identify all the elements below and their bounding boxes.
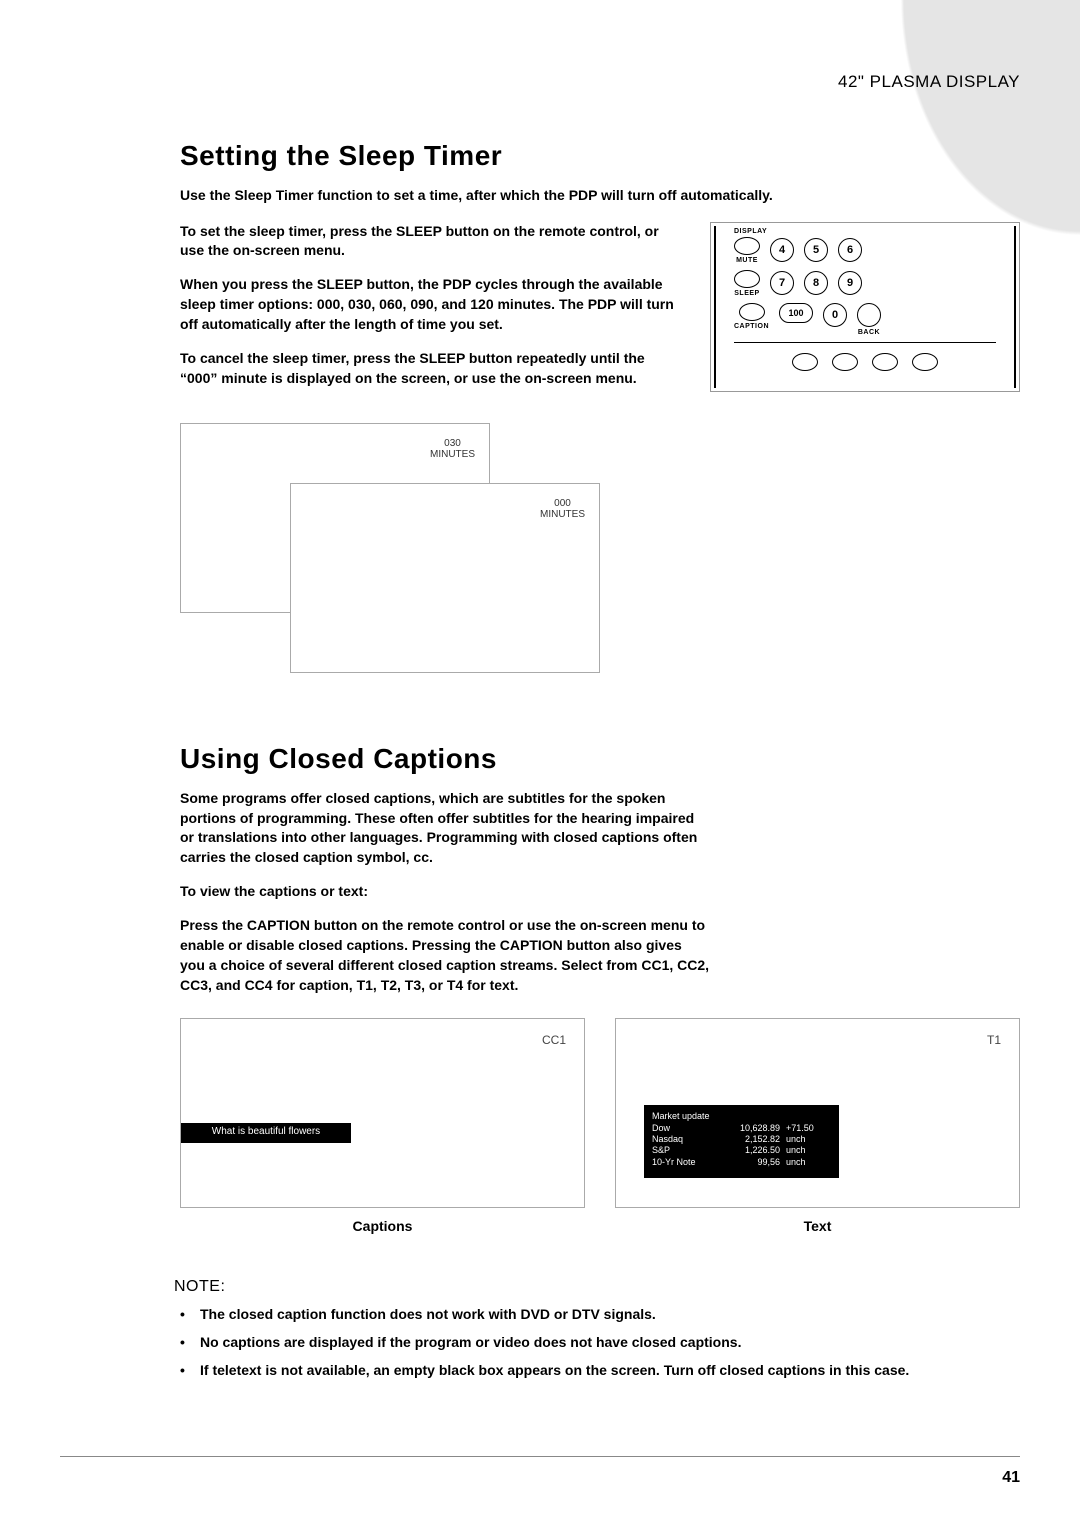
btn-0: 0: [823, 303, 847, 327]
btn-8: 8: [804, 271, 828, 295]
remote-frame: DISPLAY MUTE 4 5 6: [710, 222, 1020, 392]
text-panel-title: Market update: [652, 1111, 831, 1122]
back-button: [857, 303, 881, 327]
section1-p2: When you press the SLEEP button, the PDP…: [180, 275, 682, 335]
remote-oval-1: [792, 353, 818, 371]
caption-button: [739, 303, 765, 321]
btn-9: 9: [838, 271, 862, 295]
remote-display-label: DISPLAY: [734, 228, 996, 235]
section2-p1: Some programs offer closed captions, whi…: [180, 789, 710, 869]
section1-body: To set the sleep timer, press the SLEEP …: [180, 222, 1020, 403]
btn-6: 6: [838, 238, 862, 262]
btn-5: 5: [804, 238, 828, 262]
captions-band: What is beautiful flowers: [181, 1123, 351, 1143]
section1-p1: To set the sleep timer, press the SLEEP …: [180, 222, 682, 262]
caption-examples: CC1 What is beautiful flowers Captions T…: [180, 1018, 1020, 1234]
text-row-2: S&P 1,226.50 unch: [652, 1145, 831, 1156]
remote-oval-2: [832, 353, 858, 371]
notes-heading: NOTE:: [174, 1278, 1020, 1296]
section1-title: Setting the Sleep Timer: [180, 140, 1020, 172]
sleep-button: [734, 270, 760, 288]
osd-030: 030 MINUTES: [430, 438, 475, 461]
section1-intro: Use the Sleep Timer function to set a ti…: [180, 186, 1020, 206]
text-panel: Market update Dow 10,628.89 +71.50 Nasda…: [644, 1105, 839, 1178]
remote-oval-3: [872, 353, 898, 371]
btn-4: 4: [770, 238, 794, 262]
caption-label: CAPTION: [734, 323, 769, 330]
header-product: 42" PLASMA DISPLAY: [838, 72, 1020, 92]
main-content: Setting the Sleep Timer Use the Sleep Ti…: [180, 140, 1020, 1388]
sleep-screens: 030 MINUTES 000 MINUTES: [180, 423, 1020, 683]
text-row-0: Dow 10,628.89 +71.50: [652, 1123, 831, 1134]
note-item-2: If teletext is not available, an empty b…: [180, 1360, 1020, 1381]
section2-title: Using Closed Captions: [180, 743, 1020, 775]
section1-p3: To cancel the sleep timer, press the SLE…: [180, 349, 682, 389]
captions-label: Captions: [180, 1218, 585, 1234]
text-row-1: Nasdaq 2,152.82 unch: [652, 1134, 831, 1145]
notes-list: The closed caption function does not wor…: [180, 1304, 1020, 1381]
remote-bottom-row: [734, 342, 996, 371]
osd-030-unit: MINUTES: [430, 449, 475, 461]
captions-screen: CC1 What is beautiful flowers: [180, 1018, 585, 1208]
text-label: Text: [615, 1218, 1020, 1234]
note-item-1: No captions are displayed if the program…: [180, 1332, 1020, 1353]
notes: NOTE: The closed caption function does n…: [180, 1278, 1020, 1381]
text-screen: T1 Market update Dow 10,628.89 +71.50 Na…: [615, 1018, 1020, 1208]
mute-button: [734, 237, 760, 255]
screen-000: 000 MINUTES: [290, 483, 600, 673]
captions-example: CC1 What is beautiful flowers Captions: [180, 1018, 585, 1234]
text-tag: T1: [987, 1033, 1001, 1047]
remote-oval-4: [912, 353, 938, 371]
section1-text-column: To set the sleep timer, press the SLEEP …: [180, 222, 682, 403]
captions-tag: CC1: [542, 1033, 566, 1047]
text-row-3: 10-Yr Note 99,56 unch: [652, 1157, 831, 1168]
section2-p3: Press the CAPTION button on the remote c…: [180, 916, 710, 996]
page-number: 41: [1002, 1469, 1020, 1486]
osd-030-val: 030: [430, 438, 475, 450]
text-example: T1 Market update Dow 10,628.89 +71.50 Na…: [615, 1018, 1020, 1234]
note-item-0: The closed caption function does not wor…: [180, 1304, 1020, 1325]
osd-000-val: 000: [540, 498, 585, 510]
sleep-label: SLEEP: [734, 290, 759, 297]
section2-p2: To view the captions or text:: [180, 882, 710, 902]
remote-inner: DISPLAY MUTE 4 5 6: [714, 226, 1016, 388]
remote-image-column: DISPLAY MUTE 4 5 6: [710, 222, 1020, 392]
osd-000-unit: MINUTES: [540, 509, 585, 521]
btn-7: 7: [770, 271, 794, 295]
osd-000: 000 MINUTES: [540, 498, 585, 521]
mute-label: MUTE: [736, 257, 758, 264]
page-footer: 41: [60, 1456, 1020, 1487]
back-label: BACK: [858, 329, 880, 336]
btn-100: 100: [779, 303, 813, 323]
